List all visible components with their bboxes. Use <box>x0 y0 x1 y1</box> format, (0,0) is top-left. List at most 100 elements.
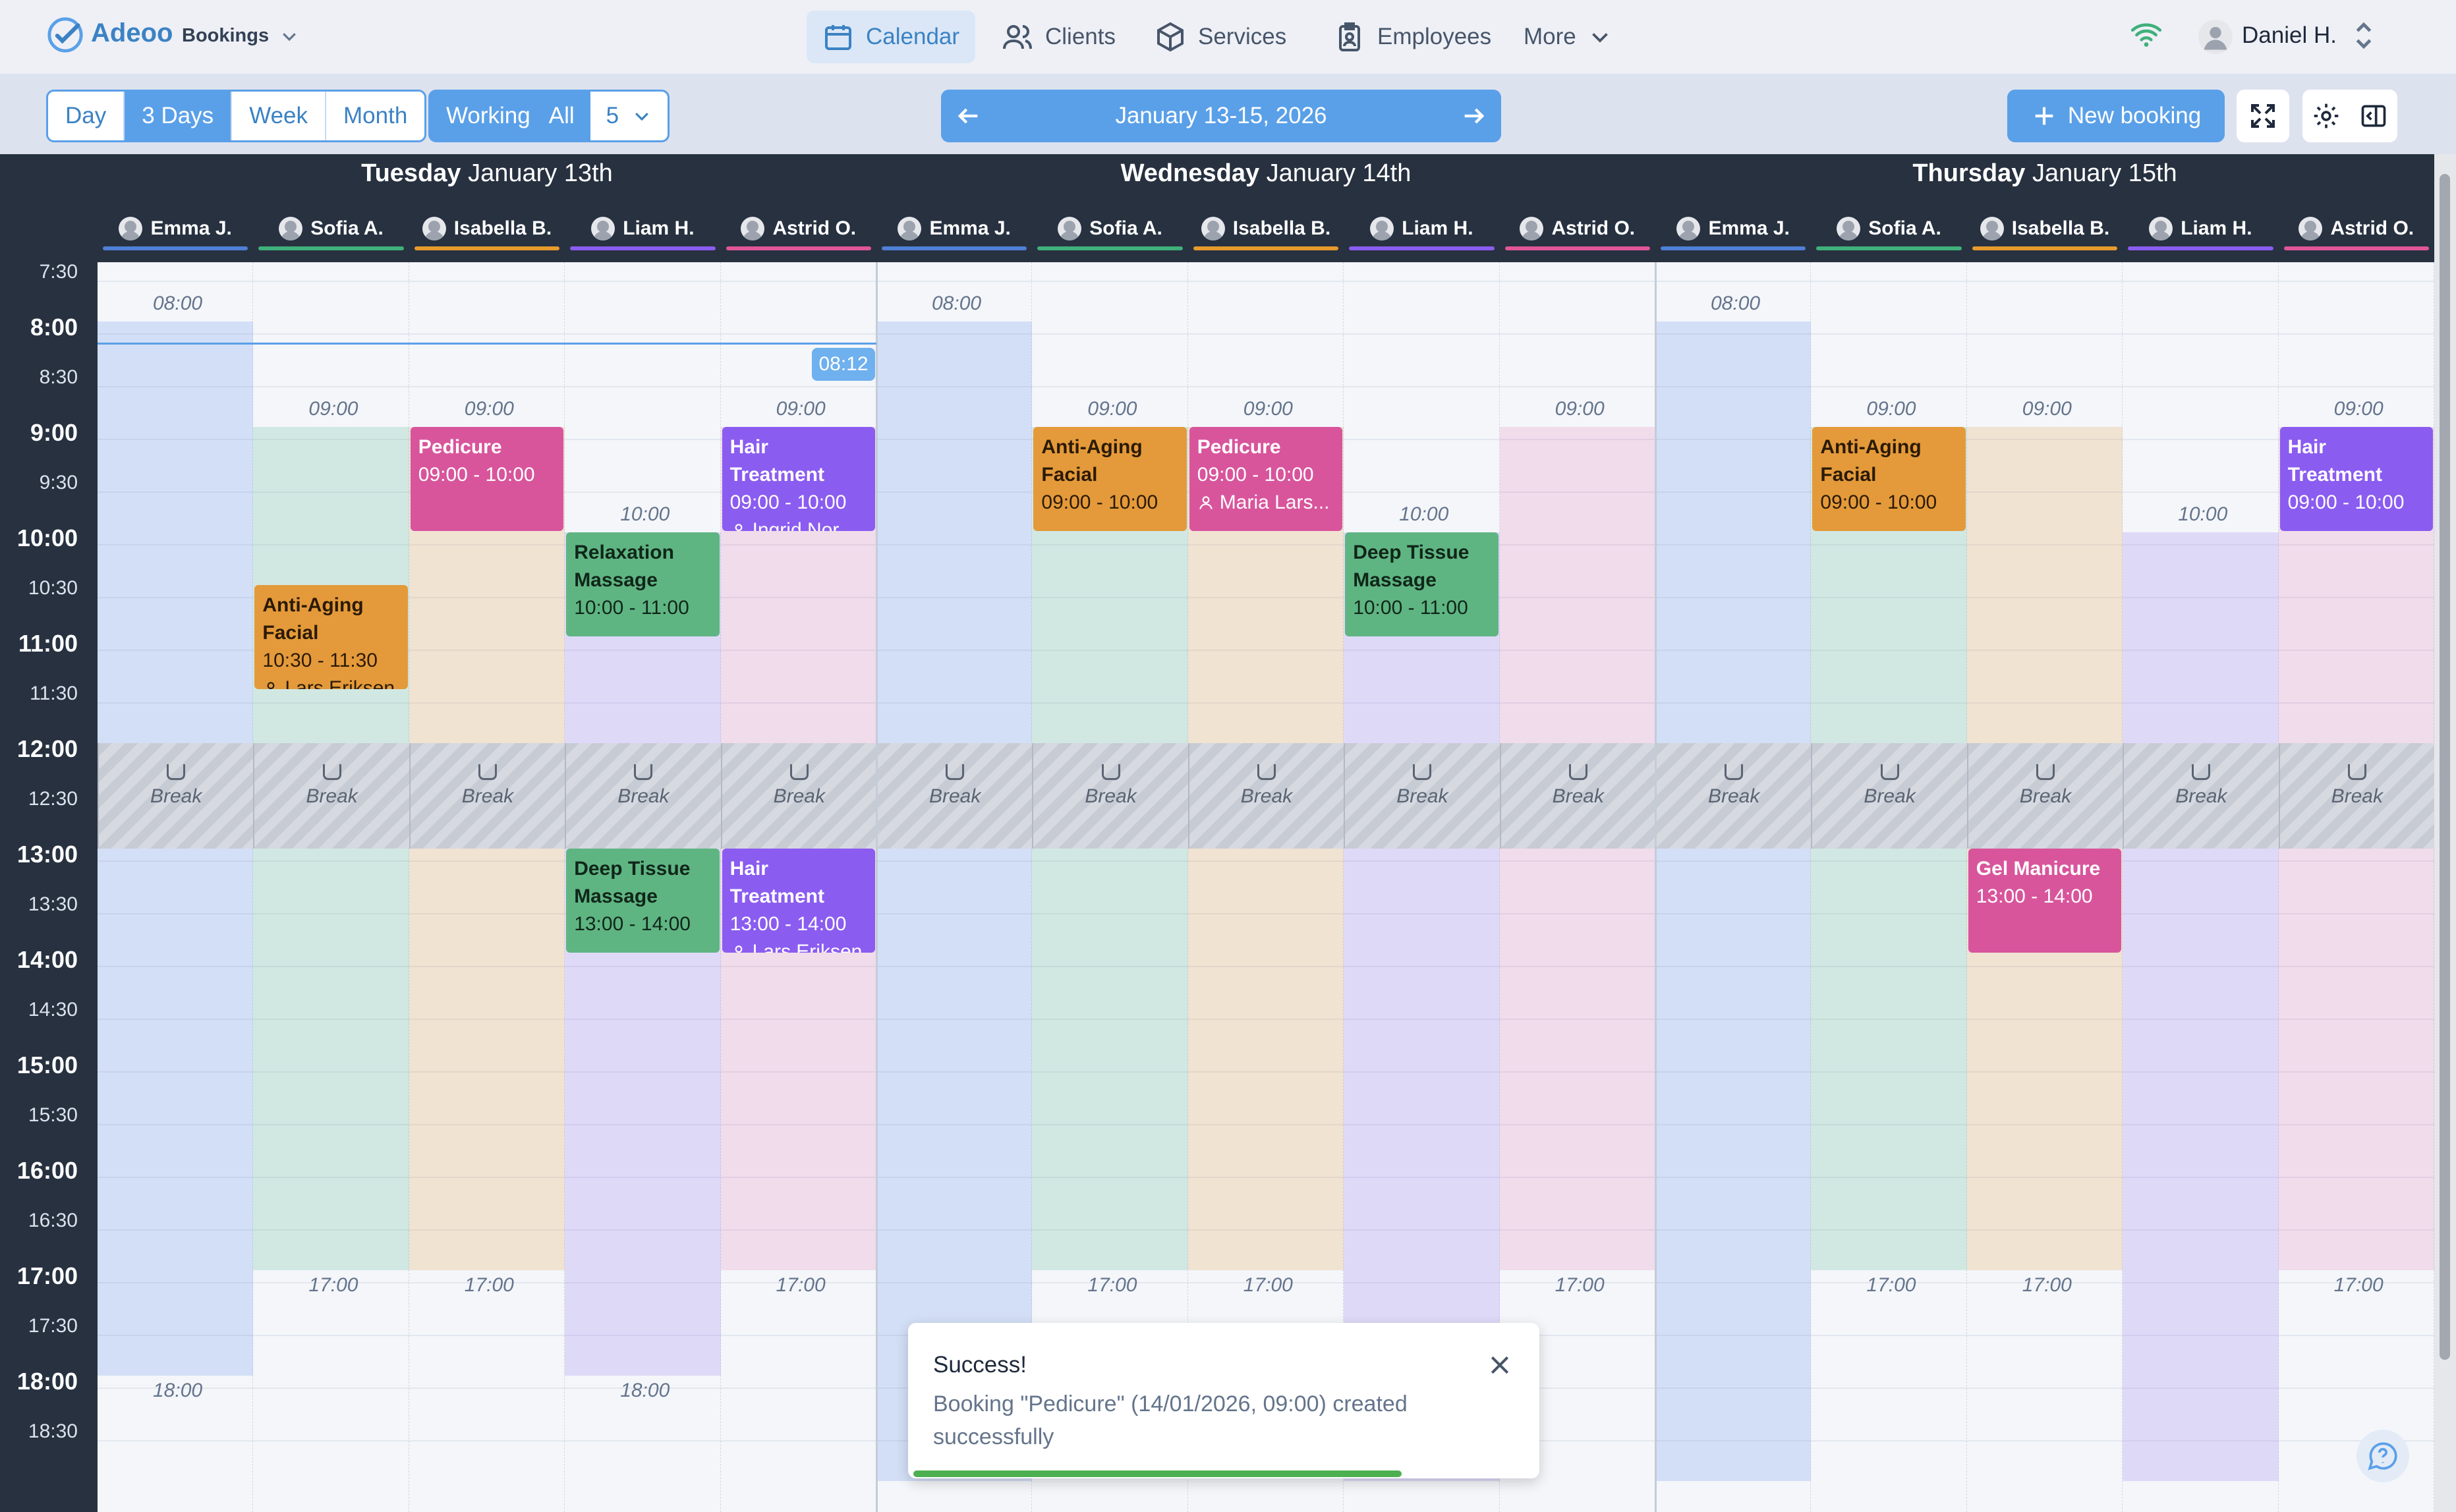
employee-header[interactable]: Emma J. <box>876 208 1032 249</box>
fullscreen-button[interactable] <box>2237 90 2289 142</box>
employee-header[interactable]: Liam H. <box>2123 208 2278 249</box>
booking-time: 10:30 - 11:30 <box>262 650 378 671</box>
users-icon <box>1003 25 1032 49</box>
break-block: Break <box>1344 743 1500 849</box>
scrollbar-thumb[interactable] <box>2440 174 2450 1360</box>
user-avatar[interactable] <box>2198 20 2233 54</box>
shift-end-label: 17:00 <box>1087 1274 1137 1296</box>
employee-header[interactable]: Emma J. <box>98 208 253 249</box>
date-range-label[interactable]: January 13-15, 2026 <box>1115 103 1327 129</box>
booking-event[interactable]: Relaxation Massage 10:00 - 11:00 <box>566 532 720 636</box>
view-week-button[interactable]: Week <box>232 92 327 140</box>
employee-header[interactable]: Astrid O. <box>2279 208 2434 249</box>
booking-title: Hair Treatment <box>2287 436 2382 486</box>
booking-event[interactable]: Pedicure 09:00 - 10:00 <box>410 427 564 531</box>
employee-header[interactable]: Sofia A. <box>253 208 409 249</box>
employee-header[interactable]: Astrid O. <box>1500 208 1655 249</box>
nav-clients[interactable]: Clients <box>986 11 1131 63</box>
coffee-icon <box>167 764 186 780</box>
employee-header[interactable]: Isabella B. <box>1967 208 2123 249</box>
time-label: 8:30 <box>39 366 78 388</box>
employee-header[interactable]: Astrid O. <box>721 208 876 249</box>
logo-check-icon <box>47 17 83 53</box>
employee-column[interactable] <box>2123 262 2279 1512</box>
break-block: Break <box>1811 743 1967 849</box>
employee-header[interactable]: Emma J. <box>1655 208 1811 249</box>
help-chat-button[interactable] <box>2356 1430 2409 1482</box>
employee-color-bar <box>1972 246 2118 250</box>
shift-start-label: 09:00 <box>776 398 826 420</box>
booking-time: 09:00 - 10:00 <box>1197 464 1314 486</box>
time-label: 11:00 <box>18 630 78 657</box>
break-block: Break <box>565 743 721 849</box>
coffee-icon <box>1257 764 1276 780</box>
booking-event[interactable]: Anti-Aging Facial 09:00 - 10:00 <box>1033 427 1187 531</box>
booking-event[interactable]: Anti-Aging Facial 09:00 - 10:00 <box>1812 427 1966 531</box>
user-name[interactable]: Daniel H. <box>2242 22 2337 49</box>
avatar-icon <box>1370 217 1394 240</box>
close-icon[interactable] <box>1487 1352 1513 1378</box>
sidebar-toggle-icon[interactable] <box>2359 101 2388 131</box>
time-label: 12:30 <box>28 788 78 810</box>
employee-count-select[interactable]: 5 <box>590 92 668 140</box>
shift-end-label: 17:00 <box>1243 1274 1293 1296</box>
day-date: January 15th <box>2032 159 2177 187</box>
chevron-updown-icon[interactable] <box>2354 20 2374 51</box>
employee-header[interactable]: Isabella B. <box>409 208 565 249</box>
success-toast: Success! Booking "Pedicure" (14/01/2026,… <box>908 1323 1539 1478</box>
booking-time: 09:00 - 10:00 <box>729 491 847 513</box>
booking-time: 10:00 - 11:00 <box>1353 597 1468 619</box>
vertical-scrollbar[interactable] <box>2434 154 2456 1512</box>
booking-event[interactable]: Gel Manicure 13:00 - 14:00 <box>1968 849 2122 953</box>
booking-title: Relaxation Massage <box>574 542 674 591</box>
booking-event[interactable]: Deep Tissue Massage 10:00 - 11:00 <box>1345 532 1499 636</box>
booking-event[interactable]: Anti-Aging Facial 10:30 - 11:30 Lars Eriks… <box>254 585 408 689</box>
nav-calendar[interactable]: Calendar <box>807 11 976 63</box>
shift-end-label: 18:00 <box>153 1380 203 1401</box>
booking-title: Hair Treatment <box>729 858 824 907</box>
calendar-view: Tuesday January 13th Emma J. Sofia A. Isabe… <box>0 154 2456 1512</box>
toast-message: Booking "Pedicure" (14/01/2026, 09:00) c… <box>933 1391 1408 1449</box>
arrow-right-icon[interactable] <box>1460 103 1487 129</box>
booking-event[interactable]: Hair Treatment 09:00 - 10:00 <box>2279 427 2433 531</box>
day-separator <box>876 262 878 1512</box>
avatar-icon <box>1676 217 1701 240</box>
nav-services[interactable]: Services <box>1139 11 1302 63</box>
booking-event[interactable]: Hair Treatment 09:00 - 10:00 Ingrid Nor... <box>722 427 875 531</box>
employee-header[interactable]: Isabella B. <box>1188 208 1344 249</box>
gear-icon[interactable] <box>2312 101 2341 131</box>
arrow-left-icon[interactable] <box>956 103 982 129</box>
break-block: Break <box>1499 743 1655 849</box>
employee-header[interactable]: Sofia A. <box>1811 208 1966 249</box>
booking-event[interactable]: Deep Tissue Massage 13:00 - 14:00 <box>566 849 720 953</box>
avatar-icon <box>119 217 143 240</box>
employee-header[interactable]: Sofia A. <box>1032 208 1187 249</box>
time-label: 17:00 <box>16 1262 78 1289</box>
nav-more[interactable]: More <box>1508 11 1628 63</box>
employee-column[interactable] <box>98 262 254 1512</box>
employee-column[interactable] <box>1655 262 1812 1512</box>
view-day-button[interactable]: Day <box>48 92 125 140</box>
booking-event[interactable]: Hair Treatment 13:00 - 14:00 Lars Eriksen <box>722 849 875 953</box>
view-3days-button[interactable]: 3 Days <box>125 92 233 140</box>
employee-column[interactable] <box>253 262 409 1512</box>
employee-color-bar <box>414 246 560 250</box>
employee-header[interactable]: Liam H. <box>565 208 720 249</box>
avatar-icon <box>1980 217 2004 240</box>
time-label: 16:30 <box>28 1210 78 1231</box>
current-time-line <box>98 343 876 345</box>
shift-end-label: 17:00 <box>1866 1274 1916 1296</box>
booking-event[interactable]: Pedicure 09:00 - 10:00 Maria Lars... <box>1189 427 1343 531</box>
chevron-down-icon[interactable] <box>279 26 299 46</box>
employee-color-bar <box>103 246 248 250</box>
avatar-icon <box>422 217 446 240</box>
filter-working-button[interactable]: Working <box>430 92 546 140</box>
shift-start-label: 09:00 <box>2022 398 2072 420</box>
new-booking-button[interactable]: New booking <box>2007 90 2225 142</box>
nav-employees[interactable]: Employees <box>1318 11 1507 63</box>
view-month-button[interactable]: Month <box>326 92 424 140</box>
avatar-icon <box>1837 217 1861 240</box>
employee-header[interactable]: Liam H. <box>1344 208 1499 249</box>
filter-all-button[interactable]: All <box>546 92 590 140</box>
time-axis: 7:30 8:00 8:30 9:00 9:30 10:00 10:30 11:00 11:30… <box>0 261 98 1512</box>
